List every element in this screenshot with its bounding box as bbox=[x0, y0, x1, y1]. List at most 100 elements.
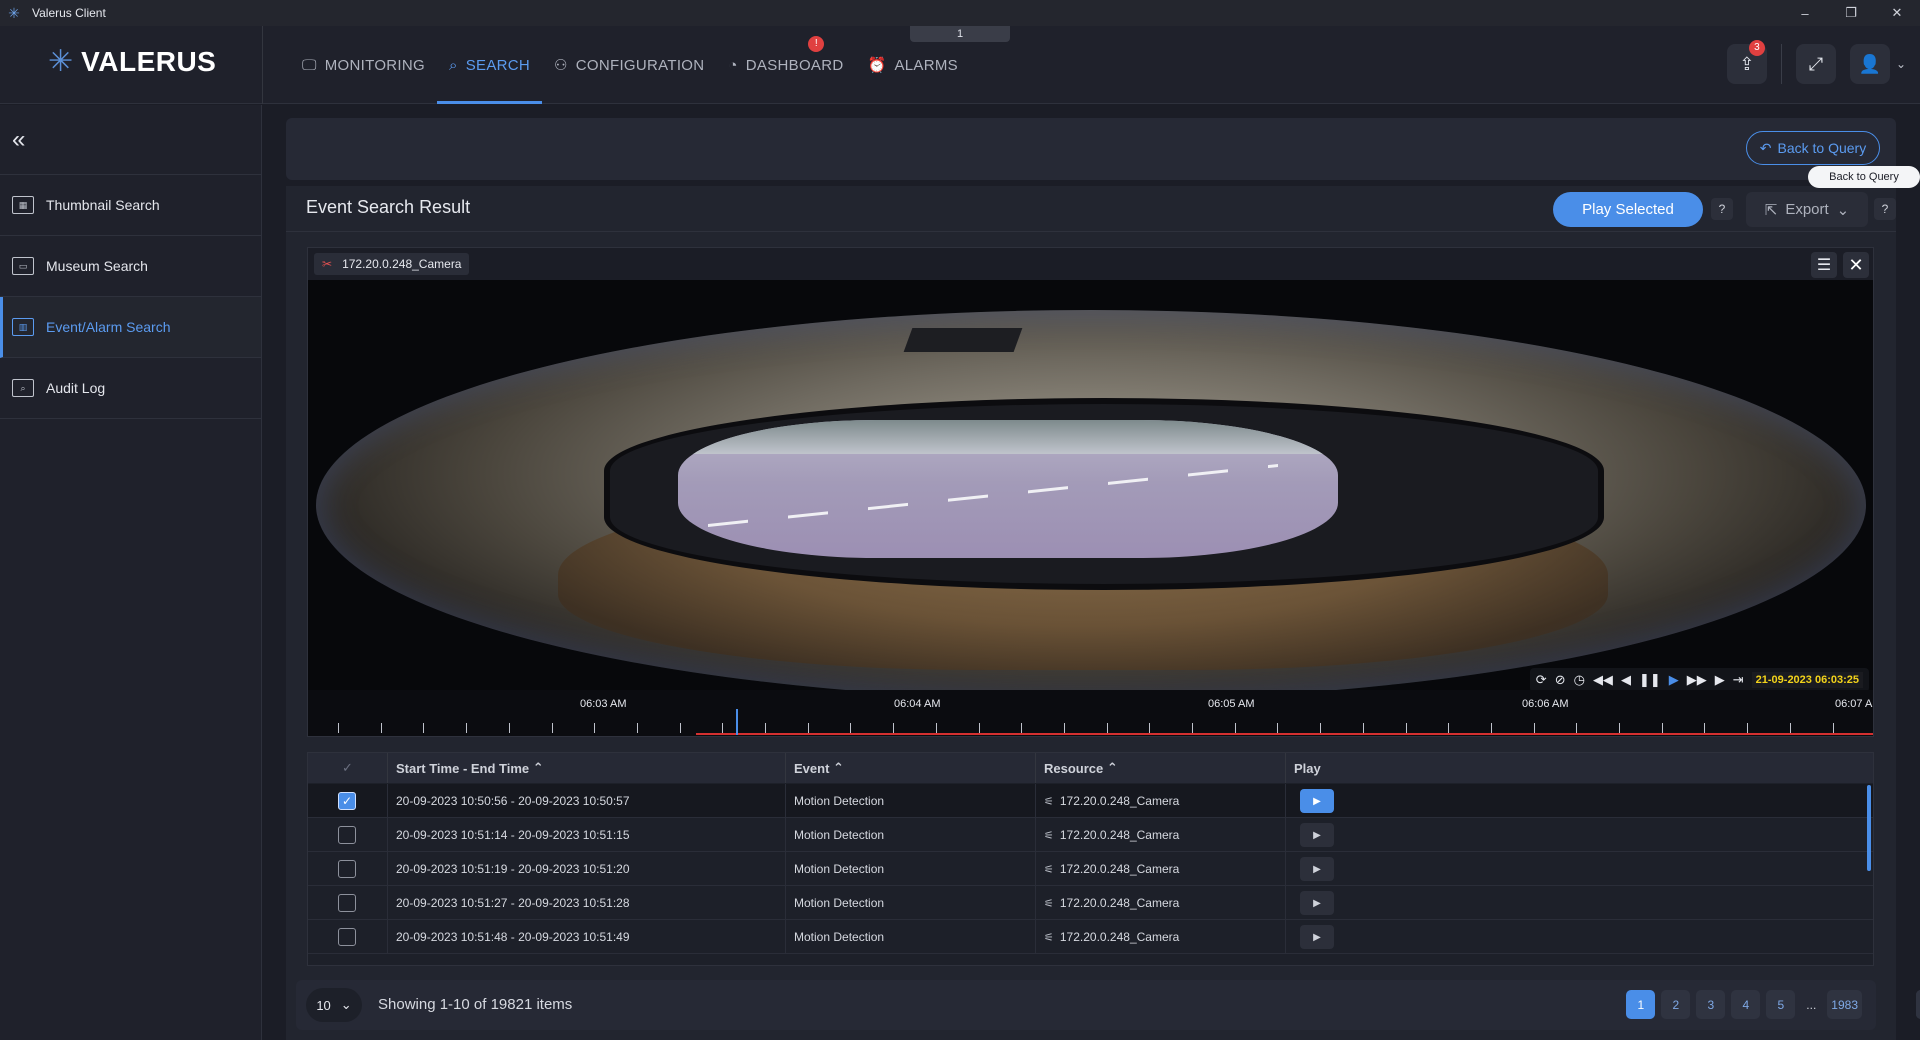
timeline-tick bbox=[893, 723, 894, 733]
close-video-button[interactable]: ✕ bbox=[1843, 252, 1869, 278]
timeline-tick bbox=[979, 723, 980, 733]
sidebar: « ▦ Thumbnail Search ▭ Museum Search ▥ E… bbox=[0, 105, 262, 1040]
chevron-down-icon: ⌄ bbox=[1836, 201, 1850, 219]
video-menu-button[interactable]: ☰ bbox=[1811, 252, 1837, 278]
valerus-logo-icon: ✳ bbox=[48, 45, 74, 78]
timeline-tick bbox=[1534, 723, 1535, 733]
table-row[interactable]: 20-09-2023 10:51:48 - 20-09-2023 10:51:4… bbox=[308, 920, 1873, 954]
table-row[interactable]: 20-09-2023 10:51:19 - 20-09-2023 10:51:2… bbox=[308, 852, 1873, 886]
user-menu-button[interactable]: 👤 bbox=[1849, 44, 1890, 84]
table-row[interactable]: 20-09-2023 10:51:27 - 20-09-2023 10:51:2… bbox=[308, 886, 1873, 920]
title-bar: ✳ Valerus Client – ❐ ✕ bbox=[0, 0, 1920, 26]
rewind-icon[interactable]: ◀◀ bbox=[1593, 672, 1613, 688]
divider bbox=[262, 26, 263, 104]
timeline[interactable]: 06:03 AM 06:04 AM 06:05 AM 06:06 AM 06:0… bbox=[308, 690, 1873, 736]
minimize-button[interactable]: – bbox=[1782, 0, 1828, 26]
checkmark-icon: ✓ bbox=[342, 760, 353, 775]
page-button[interactable]: 5 bbox=[1766, 990, 1796, 1019]
row-checkbox[interactable] bbox=[338, 826, 356, 844]
top-navigation-bar: ✳ VALERUS 1 🖵 MONITORING ⌕ SEARCH ⚇ CONF… bbox=[0, 26, 1920, 104]
grid-icon: ▦ bbox=[12, 196, 34, 214]
items-per-page-select[interactable]: 10 ⌄ bbox=[306, 988, 362, 1022]
timeline-tick bbox=[1747, 723, 1748, 733]
nav-label: SEARCH bbox=[465, 56, 531, 74]
monitor-icon: 🖵 bbox=[302, 56, 317, 74]
sidebar-item-thumbnail-search[interactable]: ▦ Thumbnail Search bbox=[0, 175, 261, 236]
row-play-button[interactable]: ▶ bbox=[1300, 789, 1334, 813]
sync-icon[interactable]: ⟳ bbox=[1536, 672, 1547, 688]
query-bar: ↶ Back to Query bbox=[286, 118, 1896, 180]
step-back-icon[interactable]: ◀ bbox=[1621, 672, 1631, 688]
restore-button[interactable]: ❐ bbox=[1828, 0, 1874, 26]
playback-controls: ⟳ ⊘ ◷ ◀◀ ◀ ❚❚ ▶ ▶▶ ▶ ⇥ 21-09-2023 06:03:… bbox=[1529, 668, 1869, 692]
timeline-tick bbox=[1064, 723, 1065, 733]
back-to-query-button[interactable]: ↶ Back to Query bbox=[1746, 131, 1880, 165]
video-player[interactable]: ✂ 172.20.0.248_Camera ☰ ✕ ⟳ ⊘ ◷ ◀◀ ◀ ❚❚ … bbox=[307, 247, 1874, 737]
nav-search[interactable]: ⌕ SEARCH bbox=[437, 26, 543, 104]
row-play-button[interactable]: ▶ bbox=[1300, 857, 1334, 881]
page-button[interactable]: 4 bbox=[1731, 990, 1761, 1019]
sidebar-item-event-alarm-search[interactable]: ▥ Event/Alarm Search bbox=[0, 297, 261, 358]
row-checkbox[interactable] bbox=[338, 894, 356, 912]
timeline-tick bbox=[808, 723, 809, 733]
chevron-down-icon[interactable]: ⌄ bbox=[1896, 57, 1906, 71]
nav-alarms[interactable]: ⏰ ALARMS bbox=[855, 26, 969, 104]
table-scrollbar[interactable] bbox=[1867, 785, 1871, 871]
table-row[interactable]: 20-09-2023 10:51:14 - 20-09-2023 10:51:1… bbox=[308, 818, 1873, 852]
page-buttons: « < 1 2 3 4 5 ... 1983 > » bbox=[1626, 990, 1920, 1019]
nav-monitoring[interactable]: 🖵 MONITORING bbox=[290, 26, 437, 104]
page-button[interactable]: 2 bbox=[1661, 990, 1691, 1019]
timeline-label: 06:06 AM bbox=[1522, 698, 1569, 710]
jump-to-end-icon[interactable]: ⇥ bbox=[1733, 672, 1744, 688]
nav-configuration[interactable]: ⚇ CONFIGURATION bbox=[542, 26, 716, 104]
share-button[interactable]: ⇪ 3 bbox=[1726, 40, 1767, 84]
time-range-cell: 20-09-2023 10:51:19 - 20-09-2023 10:51:2… bbox=[388, 852, 786, 886]
play-icon[interactable]: ▶ bbox=[1669, 672, 1679, 688]
brand-logo[interactable]: ✳ VALERUS bbox=[48, 46, 216, 78]
timer-icon[interactable]: ◷ bbox=[1574, 672, 1585, 688]
row-checkbox[interactable] bbox=[338, 860, 356, 878]
export-button[interactable]: ⇱ Export ⌄ bbox=[1746, 192, 1868, 227]
fast-forward-icon[interactable]: ▶▶ bbox=[1687, 672, 1707, 688]
event-cell: Motion Detection bbox=[786, 886, 1036, 920]
video-frame[interactable]: ⟳ ⊘ ◷ ◀◀ ◀ ❚❚ ▶ ▶▶ ▶ ⇥ 21-09-2023 06:03:… bbox=[308, 280, 1873, 700]
play-selected-button[interactable]: Play Selected bbox=[1553, 192, 1703, 227]
row-checkbox[interactable] bbox=[338, 928, 356, 946]
close-window-button[interactable]: ✕ bbox=[1874, 0, 1920, 26]
column-header-event[interactable]: Event ⌃ bbox=[786, 753, 1036, 783]
pause-icon[interactable]: ❚❚ bbox=[1639, 672, 1661, 688]
nav-dashboard[interactable]: ◔ DASHBOARD ! bbox=[716, 26, 855, 104]
nav-label: CONFIGURATION bbox=[575, 56, 705, 74]
timeline-tick bbox=[423, 723, 424, 733]
alarm-icon: ⏰ bbox=[867, 57, 887, 74]
column-header-time[interactable]: Start Time - End Time ⌃ bbox=[388, 753, 786, 783]
page-button[interactable]: 3 bbox=[1696, 990, 1726, 1019]
row-checkbox[interactable]: ✓ bbox=[338, 792, 356, 810]
row-play-button[interactable]: ▶ bbox=[1300, 925, 1334, 949]
sidebar-item-museum-search[interactable]: ▭ Museum Search bbox=[0, 236, 261, 297]
nav-label: MONITORING bbox=[324, 56, 425, 74]
select-all-header[interactable]: ✓ bbox=[308, 753, 388, 783]
step-forward-icon[interactable]: ▶ bbox=[1715, 672, 1725, 688]
row-play-button[interactable]: ▶ bbox=[1300, 891, 1334, 915]
sidebar-item-audit-log[interactable]: ⌕ Audit Log bbox=[0, 358, 261, 419]
export-help-button[interactable]: ? bbox=[1874, 198, 1896, 220]
camera-icon: ⚟ bbox=[1044, 897, 1054, 910]
last-page-number-button[interactable]: 1983 bbox=[1827, 990, 1862, 1019]
event-cell: Motion Detection bbox=[786, 818, 1036, 852]
last-page-button[interactable]: » bbox=[1916, 990, 1920, 1019]
table-row[interactable]: ✓ 20-09-2023 10:50:56 - 20-09-2023 10:50… bbox=[308, 784, 1873, 818]
timeline-cursor[interactable] bbox=[736, 709, 738, 735]
time-range-cell: 20-09-2023 10:51:14 - 20-09-2023 10:51:1… bbox=[388, 818, 786, 852]
collapse-sidebar-button[interactable]: « bbox=[0, 105, 261, 175]
notification-badge: 3 bbox=[1748, 40, 1765, 56]
help-button[interactable]: ? bbox=[1711, 198, 1733, 220]
row-play-button[interactable]: ▶ bbox=[1300, 823, 1334, 847]
camera-icon: ⚟ bbox=[1044, 931, 1054, 944]
road-view bbox=[678, 420, 1338, 558]
page-button[interactable]: 1 bbox=[1626, 990, 1656, 1019]
window-title: Valerus Client bbox=[32, 6, 106, 20]
fullscreen-button[interactable]: ⤢ bbox=[1795, 44, 1836, 84]
sync-off-icon[interactable]: ⊘ bbox=[1555, 672, 1566, 688]
column-header-resource[interactable]: Resource ⌃ bbox=[1036, 753, 1286, 783]
